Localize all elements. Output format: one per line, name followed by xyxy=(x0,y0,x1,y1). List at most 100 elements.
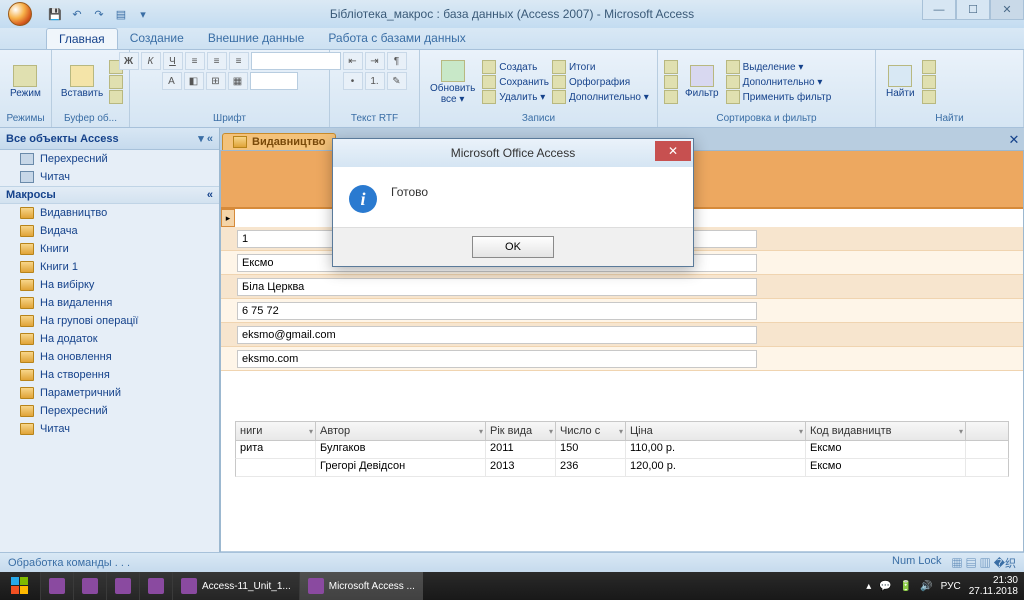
fontsize-combo[interactable] xyxy=(250,72,298,90)
highlight-button[interactable]: ✎ xyxy=(387,72,407,90)
alt-row-button[interactable]: ▦ xyxy=(228,72,248,90)
indent-inc-button[interactable]: ⇥ xyxy=(365,52,385,70)
clear-sort-button[interactable] xyxy=(664,90,678,104)
table-cell[interactable]: 120,00 р. xyxy=(626,459,806,476)
language-indicator[interactable]: РУС xyxy=(941,581,961,592)
underline-button[interactable]: Ч xyxy=(163,52,183,70)
table-cell[interactable]: 2013 xyxy=(486,459,556,476)
sort-desc-button[interactable] xyxy=(664,75,678,89)
select-button[interactable] xyxy=(922,90,936,104)
bold-button[interactable]: Ж xyxy=(119,52,139,70)
more-button[interactable]: Дополнительно ▾ xyxy=(552,90,649,104)
table-cell[interactable]: 150 xyxy=(556,441,626,458)
nav-item-macro[interactable]: На оновлення xyxy=(0,348,219,366)
font-combo[interactable] xyxy=(251,52,341,70)
align-right-button[interactable]: ≡ xyxy=(229,52,249,70)
nav-header[interactable]: Все объекты Access▾ « xyxy=(0,128,219,150)
table-cell[interactable]: рита xyxy=(236,441,316,458)
clock[interactable]: 21:3027.11.2018 xyxy=(969,575,1018,597)
table-row[interactable]: Грегорі Девідсон2013236120,00 р.Ексмо xyxy=(235,459,1009,477)
column-header[interactable]: Ціна▾ xyxy=(626,422,806,440)
office-button[interactable] xyxy=(0,0,40,28)
nav-item-macro[interactable]: На вибірку xyxy=(0,276,219,294)
table-cell[interactable]: 2011 xyxy=(486,441,556,458)
action-center-icon[interactable]: 💬 xyxy=(879,581,891,592)
column-header[interactable]: Автор▾ xyxy=(316,422,486,440)
record-selector[interactable]: ▸ xyxy=(221,209,235,227)
ok-button[interactable]: OK xyxy=(472,236,554,258)
advanced-filter-button[interactable]: Дополнительно ▾ xyxy=(726,75,832,89)
table-cell[interactable]: Ексмо xyxy=(806,441,966,458)
taskbar-item[interactable] xyxy=(106,572,139,600)
format-painter-button[interactable] xyxy=(109,90,123,104)
taskbar-item[interactable] xyxy=(73,572,106,600)
ltr-button[interactable]: ¶ xyxy=(387,52,407,70)
nav-item-macro[interactable]: Читач xyxy=(0,420,219,438)
replace-button[interactable] xyxy=(922,60,936,74)
nav-group-macros[interactable]: Макросы« xyxy=(0,186,219,204)
new-record-button[interactable]: Создать xyxy=(482,60,549,74)
volume-icon[interactable]: 🔊 xyxy=(920,581,932,592)
column-header[interactable]: ниги▾ xyxy=(236,422,316,440)
italic-button[interactable]: К xyxy=(141,52,161,70)
column-header[interactable]: Рік вида▾ xyxy=(486,422,556,440)
form-input[interactable] xyxy=(237,326,757,344)
gridlines-button[interactable]: ⊞ xyxy=(206,72,226,90)
align-left-button[interactable]: ≡ xyxy=(185,52,205,70)
nav-item-macro[interactable]: Перехресний xyxy=(0,402,219,420)
fill-color-button[interactable]: ◧ xyxy=(184,72,204,90)
minimize-button[interactable]: — xyxy=(922,0,956,20)
bullets-button[interactable]: • xyxy=(343,72,363,90)
delete-record-button[interactable]: Удалить ▾ xyxy=(482,90,549,104)
save-record-button[interactable]: Сохранить xyxy=(482,75,549,89)
numbering-button[interactable]: 1. xyxy=(365,72,385,90)
nav-item-macro[interactable]: Параметричний xyxy=(0,384,219,402)
form-input[interactable] xyxy=(237,302,757,320)
nav-item-macro[interactable]: На додаток xyxy=(0,330,219,348)
taskbar-item[interactable]: Access-11_Unit_1... xyxy=(172,572,299,600)
align-center-button[interactable]: ≡ xyxy=(207,52,227,70)
tab-create[interactable]: Создание xyxy=(118,28,196,49)
qat-icon[interactable]: ▤ xyxy=(112,5,130,23)
view-shortcuts[interactable]: ▦ ▤ ▥ �织 xyxy=(952,555,1016,571)
save-icon[interactable]: 💾 xyxy=(46,5,64,23)
close-button[interactable]: ✕ xyxy=(990,0,1024,20)
maximize-button[interactable]: ☐ xyxy=(956,0,990,20)
table-row[interactable]: ритаБулгаков2011150110,00 р.Ексмо xyxy=(235,441,1009,459)
nav-item[interactable]: Читач xyxy=(0,168,219,186)
filter-button[interactable]: Фильтр xyxy=(681,63,723,101)
sort-asc-button[interactable] xyxy=(664,60,678,74)
tab-database[interactable]: Работа с базами данных xyxy=(316,28,477,49)
column-header[interactable]: Число с▾ xyxy=(556,422,626,440)
view-button[interactable]: Режим xyxy=(6,63,45,101)
form-input[interactable] xyxy=(237,350,757,368)
nav-item-macro[interactable]: Видача xyxy=(0,222,219,240)
undo-icon[interactable]: ↶ xyxy=(68,5,86,23)
nav-item-macro[interactable]: На видалення xyxy=(0,294,219,312)
doc-close-button[interactable]: ✕ xyxy=(1004,130,1024,150)
goto-button[interactable] xyxy=(922,75,936,89)
nav-item-macro[interactable]: На групові операції xyxy=(0,312,219,330)
taskbar-item[interactable]: Microsoft Access ... xyxy=(299,572,423,600)
table-cell[interactable] xyxy=(236,459,316,476)
tab-external[interactable]: Внешние данные xyxy=(196,28,317,49)
nav-item-macro[interactable]: Видавництво xyxy=(0,204,219,222)
doc-tab[interactable]: Видавництво xyxy=(222,133,336,150)
table-cell[interactable]: Грегорі Девідсон xyxy=(316,459,486,476)
spelling-button[interactable]: Орфография xyxy=(552,75,649,89)
font-color-button[interactable]: A xyxy=(162,72,182,90)
column-header[interactable]: Код видавництв▾ xyxy=(806,422,966,440)
battery-icon[interactable]: 🔋 xyxy=(900,581,912,592)
nav-item-macro[interactable]: Книги xyxy=(0,240,219,258)
find-button[interactable]: Найти xyxy=(882,63,919,101)
qat-more-icon[interactable]: ▾ xyxy=(134,5,152,23)
paste-button[interactable]: Вставить xyxy=(58,63,106,101)
nav-item-macro[interactable]: На створення xyxy=(0,366,219,384)
tab-home[interactable]: Главная xyxy=(46,28,118,49)
table-cell[interactable]: 236 xyxy=(556,459,626,476)
table-cell[interactable]: Ексмо xyxy=(806,459,966,476)
table-cell[interactable]: 110,00 р. xyxy=(626,441,806,458)
toggle-filter-button[interactable]: Применить фильтр xyxy=(726,90,832,104)
start-button[interactable] xyxy=(0,572,40,600)
tray-up-icon[interactable]: ▴ xyxy=(866,581,871,592)
